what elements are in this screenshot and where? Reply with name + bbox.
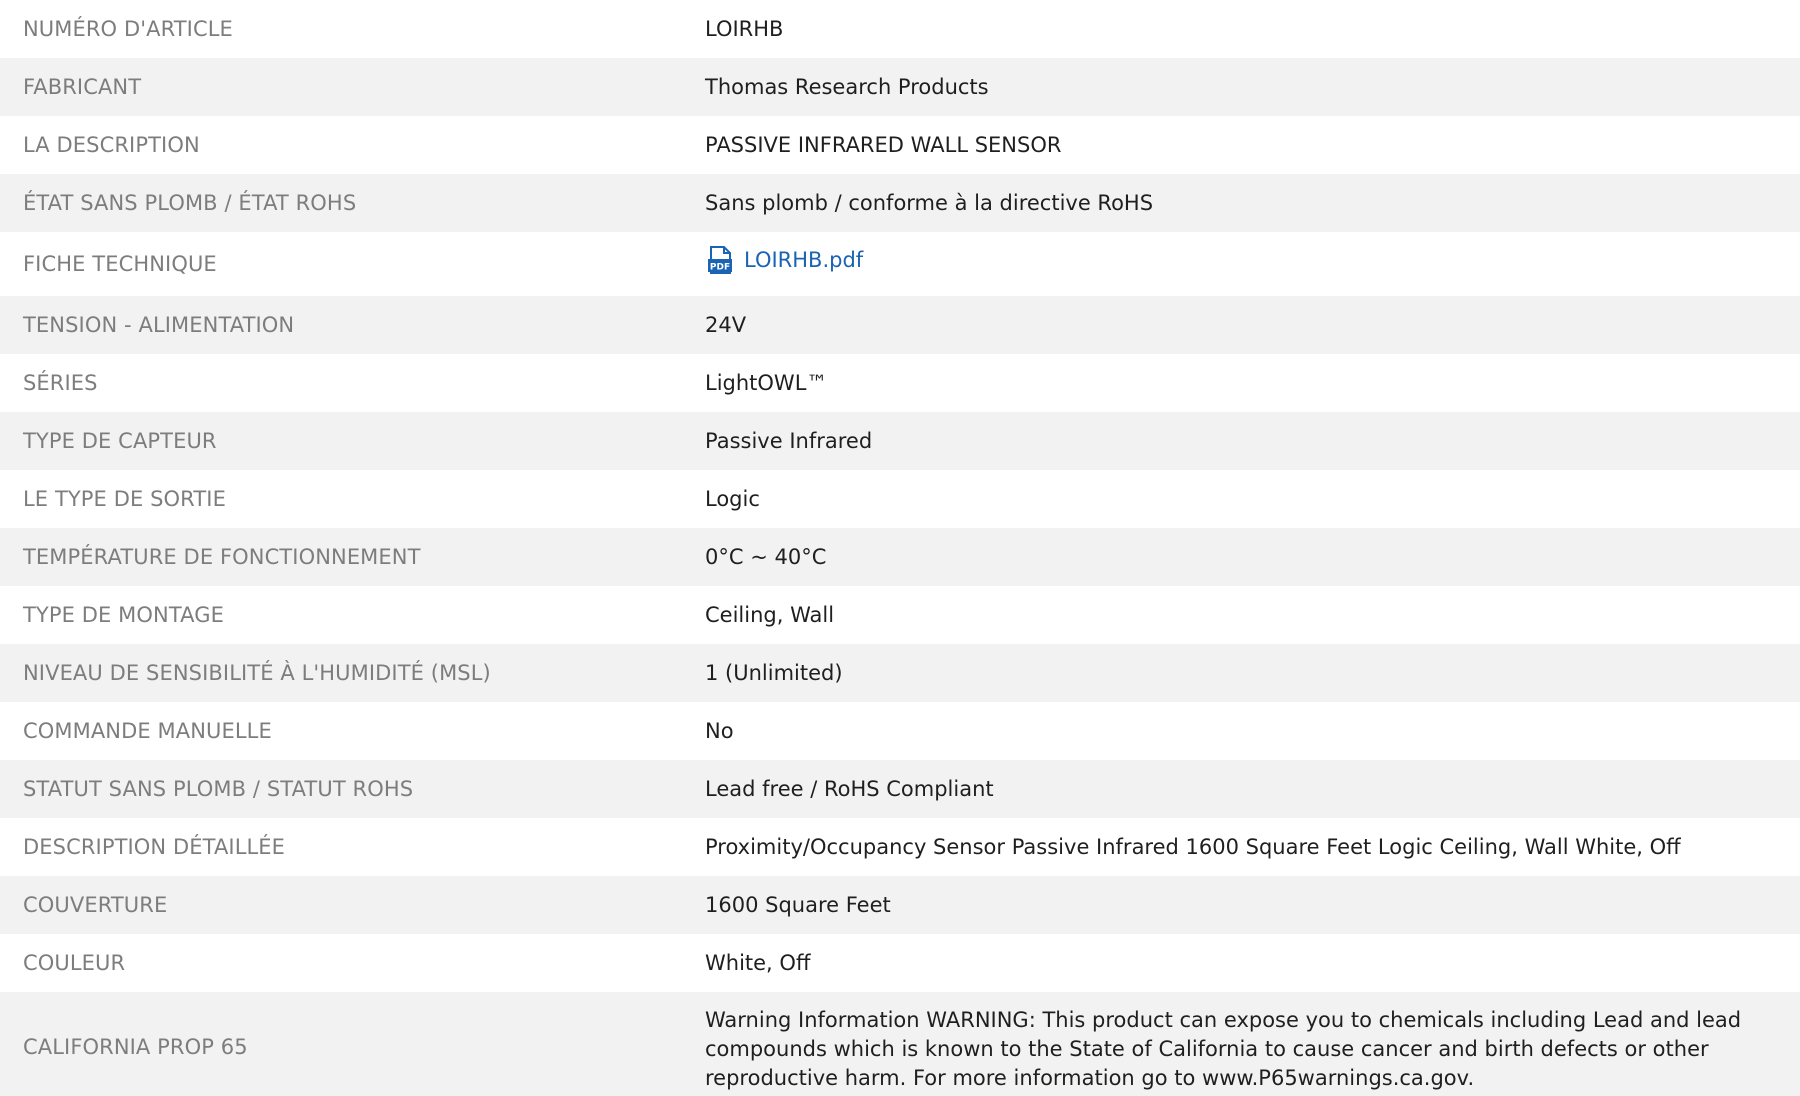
spec-label: SÉRIES — [23, 370, 98, 395]
spec-label: FICHE TECHNIQUE — [23, 251, 217, 276]
spec-value: 1600 Square Feet — [705, 892, 891, 917]
spec-row-msl: NIVEAU DE SENSIBILITÉ À L'HUMIDITÉ (MSL)… — [0, 644, 1800, 702]
spec-row-datasheet: FICHE TECHNIQUE PDF LOIRHB.pdf — [0, 232, 1800, 296]
spec-label: COULEUR — [23, 950, 126, 975]
spec-label: FABRICANT — [23, 74, 142, 99]
spec-row-operating-temperature: TEMPÉRATURE DE FONCTIONNEMENT 0°C ~ 40°C — [0, 528, 1800, 586]
pdf-icon[interactable]: PDF — [705, 245, 735, 275]
spec-row-manual-override: COMMANDE MANUELLE No — [0, 702, 1800, 760]
spec-label: ÉTAT SANS PLOMB / ÉTAT ROHS — [23, 190, 357, 215]
spec-row-coverage: COUVERTURE 1600 Square Feet — [0, 876, 1800, 934]
spec-label: CALIFORNIA PROP 65 — [23, 1034, 248, 1059]
spec-value: LOIRHB — [705, 16, 784, 41]
spec-label: TYPE DE MONTAGE — [23, 602, 224, 627]
spec-value: Passive Infrared — [705, 428, 873, 453]
spec-value: No — [705, 718, 734, 743]
spec-row-series: SÉRIES LightOWL™ — [0, 354, 1800, 412]
spec-value: Thomas Research Products — [705, 74, 989, 99]
spec-row-description: LA DESCRIPTION PASSIVE INFRARED WALL SEN… — [0, 116, 1800, 174]
spec-label: NUMÉRO D'ARTICLE — [23, 16, 233, 41]
spec-value: 1 (Unlimited) — [705, 660, 843, 685]
spec-row-manufacturer: FABRICANT Thomas Research Products — [0, 58, 1800, 116]
spec-value: Warning Information WARNING: This produc… — [705, 992, 1800, 1096]
spec-label: STATUT SANS PLOMB / STATUT ROHS — [23, 776, 414, 801]
spec-label: TEMPÉRATURE DE FONCTIONNEMENT — [23, 544, 421, 569]
spec-row-voltage: TENSION - ALIMENTATION 24V — [0, 296, 1800, 354]
spec-value: Sans plomb / conforme à la directive RoH… — [705, 190, 1154, 215]
spec-row-sensor-type: TYPE DE CAPTEUR Passive Infrared — [0, 412, 1800, 470]
spec-value: White, Off — [705, 950, 811, 975]
spec-value: Lead free / RoHS Compliant — [705, 776, 994, 801]
spec-label: NIVEAU DE SENSIBILITÉ À L'HUMIDITÉ (MSL) — [23, 660, 491, 685]
datasheet-link-label[interactable]: LOIRHB.pdf — [744, 246, 863, 275]
spec-row-part-number: NUMÉRO D'ARTICLE LOIRHB — [0, 0, 1800, 58]
spec-value: Logic — [705, 486, 760, 511]
spec-row-mounting-type: TYPE DE MONTAGE Ceiling, Wall — [0, 586, 1800, 644]
spec-value: Ceiling, Wall — [705, 602, 835, 627]
spec-label: TENSION - ALIMENTATION — [23, 312, 295, 337]
spec-label: DESCRIPTION DÉTAILLÉE — [23, 834, 286, 859]
spec-label: LA DESCRIPTION — [23, 132, 200, 157]
spec-row-rohs-status: STATUT SANS PLOMB / STATUT ROHS Lead fre… — [0, 760, 1800, 818]
spec-row-prop-65: CALIFORNIA PROP 65 Warning Information W… — [0, 992, 1800, 1096]
spec-row-output-type: LE TYPE DE SORTIE Logic — [0, 470, 1800, 528]
spec-row-detailed-description: DESCRIPTION DÉTAILLÉE Proximity/Occupanc… — [0, 818, 1800, 876]
spec-value: 0°C ~ 40°C — [705, 544, 827, 569]
spec-label: COUVERTURE — [23, 892, 168, 917]
spec-value: PDF LOIRHB.pdf — [705, 232, 1800, 296]
prop-65-warning-text: Warning Information WARNING: This produc… — [705, 1007, 1742, 1090]
spec-row-color: COULEUR White, Off — [0, 934, 1800, 992]
spec-label: LE TYPE DE SORTIE — [23, 486, 226, 511]
spec-label: COMMANDE MANUELLE — [23, 718, 272, 743]
product-spec-table: NUMÉRO D'ARTICLE LOIRHB FABRICANT Thomas… — [0, 0, 1800, 1096]
spec-value: 24V — [705, 312, 747, 337]
spec-value: LightOWL™ — [705, 370, 828, 395]
spec-value: PASSIVE INFRARED WALL SENSOR — [705, 132, 1062, 157]
spec-label: TYPE DE CAPTEUR — [23, 428, 217, 453]
spec-row-lead-free-status: ÉTAT SANS PLOMB / ÉTAT ROHS Sans plomb /… — [0, 174, 1800, 232]
datasheet-link[interactable]: PDF LOIRHB.pdf — [705, 245, 863, 275]
svg-text:PDF: PDF — [710, 263, 730, 273]
spec-value: Proximity/Occupancy Sensor Passive Infra… — [705, 834, 1681, 859]
